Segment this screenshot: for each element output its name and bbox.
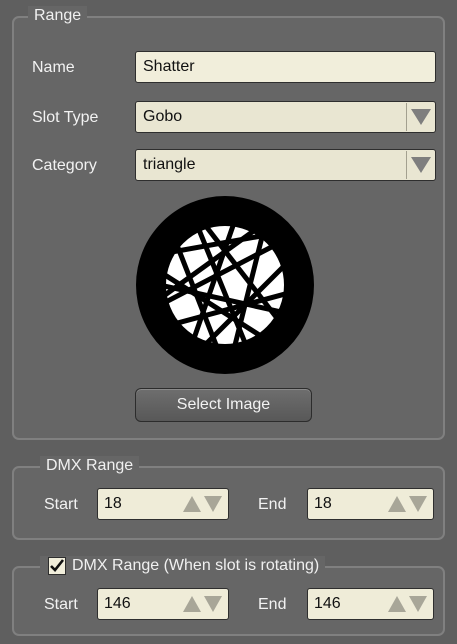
category-value: triangle [143,156,196,173]
rotating-checkbox[interactable] [48,557,66,575]
dmx-end-spinner[interactable]: 18 [307,488,434,520]
category-select[interactable]: triangle [135,149,436,181]
range-legend: Range [28,6,88,26]
rotating-start-value: 146 [104,595,131,612]
rotating-end-value: 146 [314,595,341,612]
chevron-down-icon [410,157,431,173]
increment-arrow-icon[interactable] [183,496,201,512]
shatter-gobo-icon [136,196,314,374]
dmx-end-value: 18 [314,495,332,512]
name-label: Name [32,59,75,76]
dmx-range-rotating-label: DMX Range (When slot is rotating) [72,557,320,574]
increment-arrow-icon[interactable] [388,596,406,612]
chevron-down-icon [410,109,431,125]
dmx-start-label: Start [44,496,78,513]
decrement-arrow-icon[interactable] [204,496,222,512]
select-image-button[interactable]: Select Image [135,388,312,422]
rotating-start-label: Start [44,596,78,613]
dmx-range-legend: DMX Range [40,456,140,476]
increment-arrow-icon[interactable] [388,496,406,512]
category-dropdown-button[interactable] [406,151,434,179]
dmx-end-label: End [258,496,287,513]
rotating-end-label: End [258,596,287,613]
range-group: Range Name Shatter Slot Type Gobo Catego… [12,6,445,440]
checkmark-icon [50,559,65,572]
category-label: Category [32,157,97,174]
decrement-arrow-icon[interactable] [409,496,427,512]
rotating-start-spinner[interactable]: 146 [97,588,229,620]
decrement-arrow-icon[interactable] [409,596,427,612]
dmx-start-spinner[interactable]: 18 [97,488,229,520]
dmx-start-value: 18 [104,495,122,512]
slot-type-label: Slot Type [32,109,99,126]
dmx-range-group: DMX Range Start 18 End 18 [12,456,445,540]
name-field[interactable]: Shatter [135,51,436,83]
dmx-range-rotating-group: DMX Range (When slot is rotating) Start … [12,556,445,636]
increment-arrow-icon[interactable] [183,596,201,612]
dmx-range-rotating-legend: DMX Range (When slot is rotating) [40,556,326,576]
decrement-arrow-icon[interactable] [204,596,222,612]
rotating-end-spinner[interactable]: 146 [307,588,434,620]
slot-type-value: Gobo [143,108,183,125]
slot-type-select[interactable]: Gobo [135,101,436,133]
slot-type-dropdown-button[interactable] [406,103,434,131]
